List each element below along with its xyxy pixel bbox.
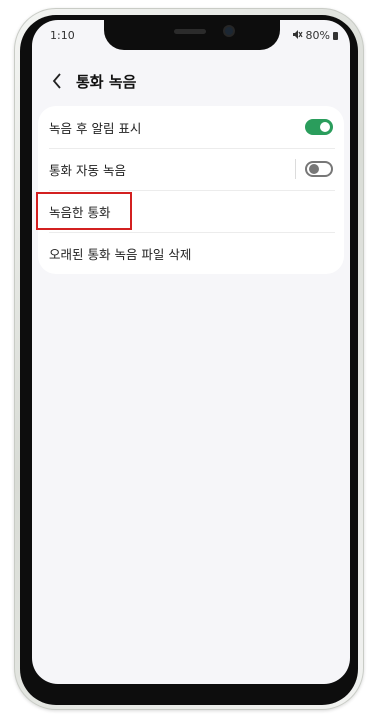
vertical-separator [295, 159, 296, 179]
settings-card: 녹음 후 알림 표시 통화 자동 녹음 녹음한 통화 오래된 통화 녹음 파일 … [38, 106, 344, 274]
earpiece-speaker [174, 29, 206, 34]
setting-delete-old-recordings[interactable]: 오래된 통화 녹음 파일 삭제 [38, 232, 344, 274]
mute-icon [292, 29, 303, 42]
setting-label: 녹음한 통화 [49, 204, 111, 220]
setting-label: 녹음 후 알림 표시 [49, 120, 142, 136]
setting-auto-record-calls[interactable]: 통화 자동 녹음 [38, 148, 344, 190]
status-time: 1:10 [50, 29, 75, 42]
setting-label: 오래된 통화 녹음 파일 삭제 [49, 246, 192, 262]
toggle-knob [309, 164, 319, 174]
auto-record-toggle[interactable] [305, 161, 333, 177]
setting-label: 통화 자동 녹음 [49, 162, 126, 178]
front-camera [225, 27, 233, 35]
notification-toggle[interactable] [305, 119, 333, 135]
setting-show-notification-after-recording[interactable]: 녹음 후 알림 표시 [38, 106, 344, 148]
header: 통화 녹음 [48, 70, 136, 92]
status-right: 80% [292, 29, 338, 42]
toggle-knob [320, 122, 330, 132]
battery-icon [333, 31, 338, 40]
back-arrow-icon[interactable] [48, 70, 66, 92]
page-title: 통화 녹음 [76, 72, 137, 91]
setting-recorded-calls[interactable]: 녹음한 통화 [38, 190, 344, 232]
screen: 1:10 80% 통화 녹음 녹음 후 알림 표시 통화 자동 녹음 녹음한 통… [32, 20, 350, 684]
battery-percent: 80% [305, 29, 330, 42]
notch [104, 20, 280, 50]
